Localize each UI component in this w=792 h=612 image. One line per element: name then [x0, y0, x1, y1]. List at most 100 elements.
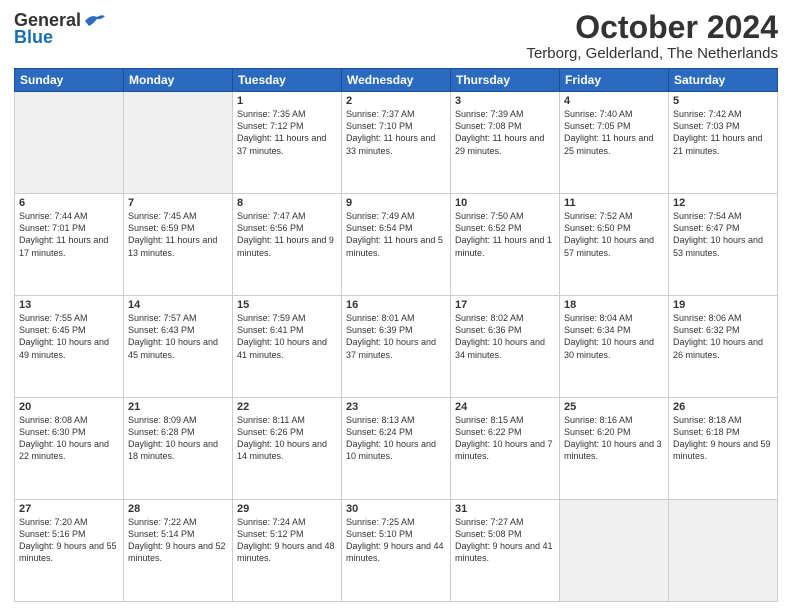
day-number: 3	[455, 95, 555, 107]
day-number: 22	[237, 401, 337, 413]
day-number: 27	[19, 503, 119, 515]
table-row: 16Sunrise: 8:01 AMSunset: 6:39 PMDayligh…	[342, 296, 451, 398]
table-row	[669, 500, 778, 602]
table-row	[15, 92, 124, 194]
page-title: October 2024	[526, 10, 778, 45]
table-row: 20Sunrise: 8:08 AMSunset: 6:30 PMDayligh…	[15, 398, 124, 500]
page: General Blue October 2024 Terborg, Gelde…	[0, 0, 792, 612]
day-info: Sunrise: 8:06 AMSunset: 6:32 PMDaylight:…	[673, 312, 773, 361]
table-row: 18Sunrise: 8:04 AMSunset: 6:34 PMDayligh…	[560, 296, 669, 398]
day-number: 5	[673, 95, 773, 107]
day-info: Sunrise: 7:20 AMSunset: 5:16 PMDaylight:…	[19, 516, 119, 565]
col-thursday: Thursday	[451, 69, 560, 92]
logo-blue-text: Blue	[14, 27, 53, 48]
day-info: Sunrise: 7:24 AMSunset: 5:12 PMDaylight:…	[237, 516, 337, 565]
day-info: Sunrise: 7:22 AMSunset: 5:14 PMDaylight:…	[128, 516, 228, 565]
day-info: Sunrise: 7:27 AMSunset: 5:08 PMDaylight:…	[455, 516, 555, 565]
day-number: 10	[455, 197, 555, 209]
day-info: Sunrise: 7:55 AMSunset: 6:45 PMDaylight:…	[19, 312, 119, 361]
day-info: Sunrise: 7:44 AMSunset: 7:01 PMDaylight:…	[19, 210, 119, 259]
day-info: Sunrise: 8:18 AMSunset: 6:18 PMDaylight:…	[673, 414, 773, 463]
table-row: 9Sunrise: 7:49 AMSunset: 6:54 PMDaylight…	[342, 194, 451, 296]
table-row: 27Sunrise: 7:20 AMSunset: 5:16 PMDayligh…	[15, 500, 124, 602]
col-wednesday: Wednesday	[342, 69, 451, 92]
day-info: Sunrise: 7:37 AMSunset: 7:10 PMDaylight:…	[346, 108, 446, 157]
table-row: 11Sunrise: 7:52 AMSunset: 6:50 PMDayligh…	[560, 194, 669, 296]
day-number: 25	[564, 401, 664, 413]
calendar-week-row: 20Sunrise: 8:08 AMSunset: 6:30 PMDayligh…	[15, 398, 778, 500]
day-info: Sunrise: 7:40 AMSunset: 7:05 PMDaylight:…	[564, 108, 664, 157]
calendar-week-row: 6Sunrise: 7:44 AMSunset: 7:01 PMDaylight…	[15, 194, 778, 296]
day-number: 23	[346, 401, 446, 413]
logo-bird-icon	[83, 12, 105, 30]
day-info: Sunrise: 8:09 AMSunset: 6:28 PMDaylight:…	[128, 414, 228, 463]
day-number: 12	[673, 197, 773, 209]
day-info: Sunrise: 7:54 AMSunset: 6:47 PMDaylight:…	[673, 210, 773, 259]
table-row: 10Sunrise: 7:50 AMSunset: 6:52 PMDayligh…	[451, 194, 560, 296]
day-number: 28	[128, 503, 228, 515]
table-row: 2Sunrise: 7:37 AMSunset: 7:10 PMDaylight…	[342, 92, 451, 194]
header: General Blue October 2024 Terborg, Gelde…	[14, 10, 778, 62]
calendar-week-row: 13Sunrise: 7:55 AMSunset: 6:45 PMDayligh…	[15, 296, 778, 398]
table-row: 28Sunrise: 7:22 AMSunset: 5:14 PMDayligh…	[124, 500, 233, 602]
table-row: 19Sunrise: 8:06 AMSunset: 6:32 PMDayligh…	[669, 296, 778, 398]
day-info: Sunrise: 7:57 AMSunset: 6:43 PMDaylight:…	[128, 312, 228, 361]
day-info: Sunrise: 8:16 AMSunset: 6:20 PMDaylight:…	[564, 414, 664, 463]
col-monday: Monday	[124, 69, 233, 92]
table-row: 23Sunrise: 8:13 AMSunset: 6:24 PMDayligh…	[342, 398, 451, 500]
table-row: 22Sunrise: 8:11 AMSunset: 6:26 PMDayligh…	[233, 398, 342, 500]
table-row: 5Sunrise: 7:42 AMSunset: 7:03 PMDaylight…	[669, 92, 778, 194]
day-info: Sunrise: 7:59 AMSunset: 6:41 PMDaylight:…	[237, 312, 337, 361]
page-subtitle: Terborg, Gelderland, The Netherlands	[526, 45, 778, 62]
day-info: Sunrise: 7:35 AMSunset: 7:12 PMDaylight:…	[237, 108, 337, 157]
day-info: Sunrise: 7:47 AMSunset: 6:56 PMDaylight:…	[237, 210, 337, 259]
calendar-header-row: Sunday Monday Tuesday Wednesday Thursday…	[15, 69, 778, 92]
table-row: 24Sunrise: 8:15 AMSunset: 6:22 PMDayligh…	[451, 398, 560, 500]
day-number: 30	[346, 503, 446, 515]
day-number: 11	[564, 197, 664, 209]
table-row: 25Sunrise: 8:16 AMSunset: 6:20 PMDayligh…	[560, 398, 669, 500]
day-number: 21	[128, 401, 228, 413]
col-tuesday: Tuesday	[233, 69, 342, 92]
day-info: Sunrise: 8:11 AMSunset: 6:26 PMDaylight:…	[237, 414, 337, 463]
title-block: October 2024 Terborg, Gelderland, The Ne…	[526, 10, 778, 62]
day-number: 20	[19, 401, 119, 413]
day-number: 9	[346, 197, 446, 209]
day-number: 19	[673, 299, 773, 311]
day-number: 4	[564, 95, 664, 107]
day-number: 18	[564, 299, 664, 311]
day-number: 6	[19, 197, 119, 209]
day-number: 14	[128, 299, 228, 311]
table-row: 12Sunrise: 7:54 AMSunset: 6:47 PMDayligh…	[669, 194, 778, 296]
day-info: Sunrise: 8:15 AMSunset: 6:22 PMDaylight:…	[455, 414, 555, 463]
table-row: 7Sunrise: 7:45 AMSunset: 6:59 PMDaylight…	[124, 194, 233, 296]
day-number: 17	[455, 299, 555, 311]
col-saturday: Saturday	[669, 69, 778, 92]
day-info: Sunrise: 7:49 AMSunset: 6:54 PMDaylight:…	[346, 210, 446, 259]
day-info: Sunrise: 8:08 AMSunset: 6:30 PMDaylight:…	[19, 414, 119, 463]
table-row: 17Sunrise: 8:02 AMSunset: 6:36 PMDayligh…	[451, 296, 560, 398]
day-info: Sunrise: 7:39 AMSunset: 7:08 PMDaylight:…	[455, 108, 555, 157]
day-info: Sunrise: 8:01 AMSunset: 6:39 PMDaylight:…	[346, 312, 446, 361]
logo: General Blue	[14, 10, 105, 48]
day-info: Sunrise: 7:45 AMSunset: 6:59 PMDaylight:…	[128, 210, 228, 259]
table-row: 6Sunrise: 7:44 AMSunset: 7:01 PMDaylight…	[15, 194, 124, 296]
day-number: 29	[237, 503, 337, 515]
table-row: 8Sunrise: 7:47 AMSunset: 6:56 PMDaylight…	[233, 194, 342, 296]
table-row: 29Sunrise: 7:24 AMSunset: 5:12 PMDayligh…	[233, 500, 342, 602]
table-row: 21Sunrise: 8:09 AMSunset: 6:28 PMDayligh…	[124, 398, 233, 500]
table-row: 15Sunrise: 7:59 AMSunset: 6:41 PMDayligh…	[233, 296, 342, 398]
day-number: 13	[19, 299, 119, 311]
table-row: 31Sunrise: 7:27 AMSunset: 5:08 PMDayligh…	[451, 500, 560, 602]
table-row: 4Sunrise: 7:40 AMSunset: 7:05 PMDaylight…	[560, 92, 669, 194]
table-row: 13Sunrise: 7:55 AMSunset: 6:45 PMDayligh…	[15, 296, 124, 398]
day-info: Sunrise: 8:13 AMSunset: 6:24 PMDaylight:…	[346, 414, 446, 463]
calendar-table: Sunday Monday Tuesday Wednesday Thursday…	[14, 68, 778, 602]
day-number: 16	[346, 299, 446, 311]
table-row: 26Sunrise: 8:18 AMSunset: 6:18 PMDayligh…	[669, 398, 778, 500]
calendar-week-row: 1Sunrise: 7:35 AMSunset: 7:12 PMDaylight…	[15, 92, 778, 194]
day-info: Sunrise: 8:04 AMSunset: 6:34 PMDaylight:…	[564, 312, 664, 361]
day-info: Sunrise: 7:50 AMSunset: 6:52 PMDaylight:…	[455, 210, 555, 259]
table-row	[560, 500, 669, 602]
day-number: 24	[455, 401, 555, 413]
